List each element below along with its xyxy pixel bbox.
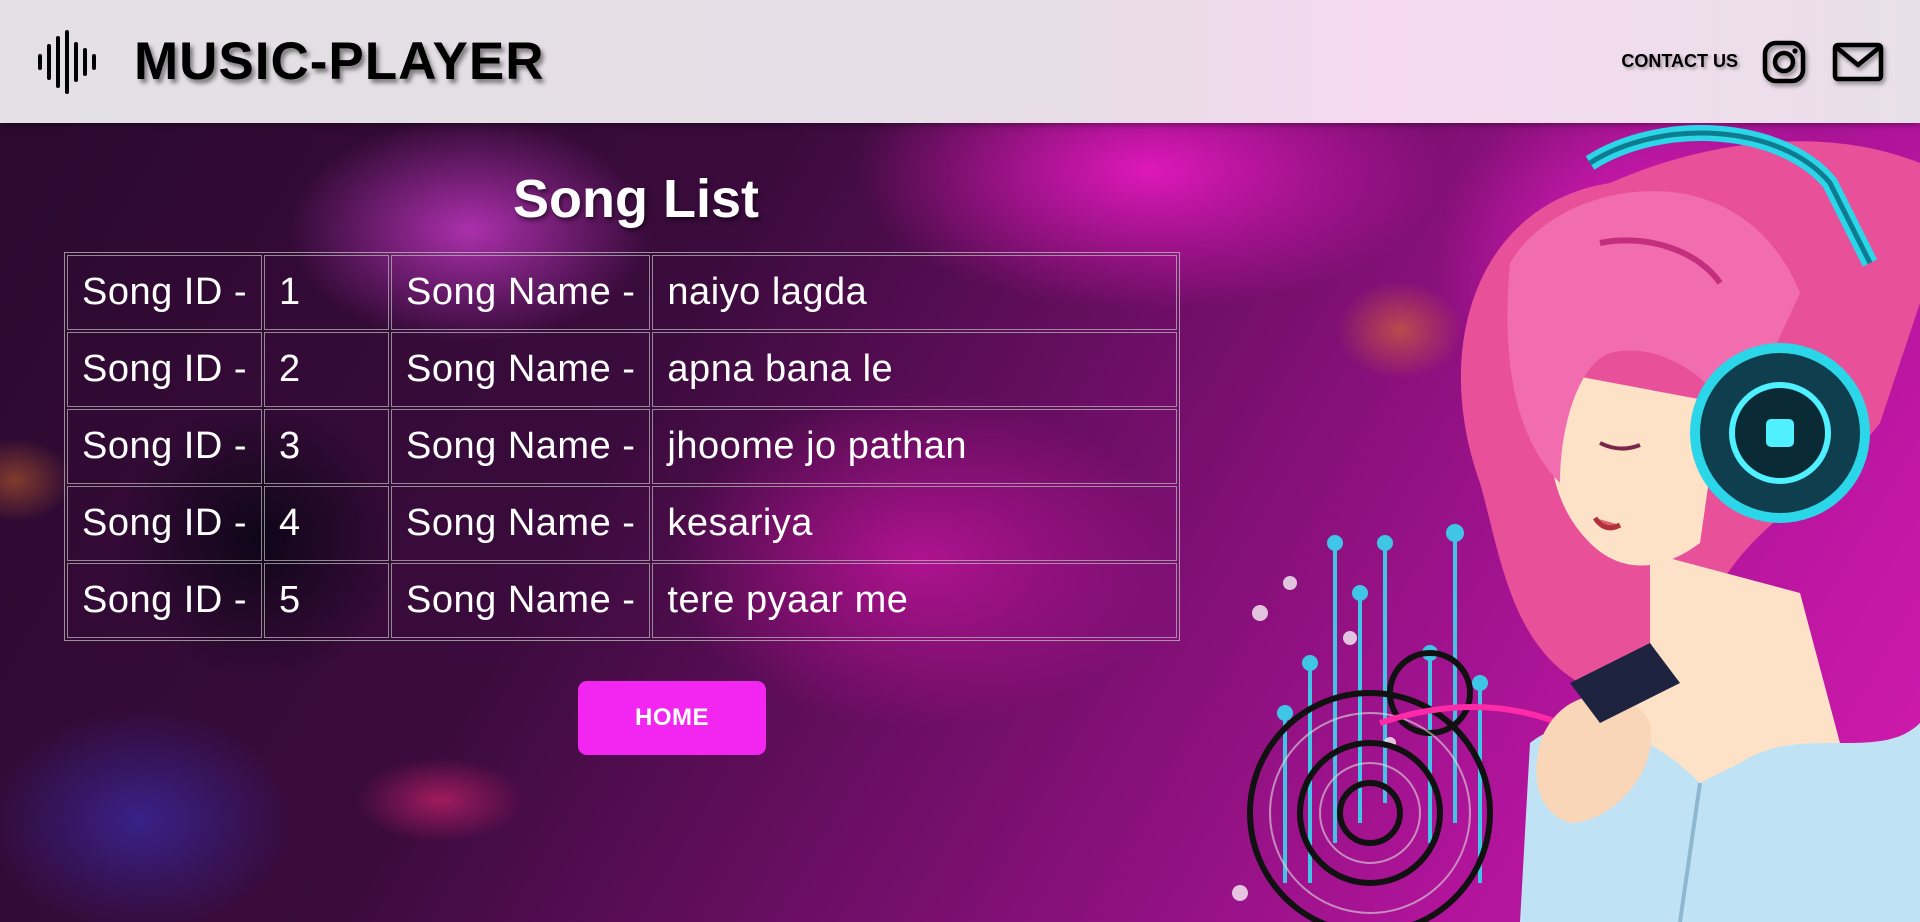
table-row[interactable]: Song ID - 5 Song Name - tere pyaar me [67,563,1177,638]
contact-us-link[interactable]: CONTACT US [1621,51,1738,72]
home-button[interactable]: HOME [578,681,766,755]
song-name-value: tere pyaar me [652,563,1177,638]
brand-title[interactable]: MUSIC-PLAYER [134,31,545,92]
song-id-label: Song ID - [67,332,263,407]
song-name-label: Song Name - [391,332,651,407]
song-name-label: Song Name - [391,409,651,484]
headphone-girl-illustration [1180,123,1920,922]
song-id-label: Song ID - [67,486,263,561]
table-row[interactable]: Song ID - 1 Song Name - naiyo lagda [67,255,1177,330]
song-name-label: Song Name - [391,486,651,561]
song-name-value: naiyo lagda [652,255,1177,330]
song-id-label: Song ID - [67,255,263,330]
table-row[interactable]: Song ID - 4 Song Name - kesariya [67,486,1177,561]
song-id-value: 5 [264,563,390,638]
song-id-label: Song ID - [67,563,263,638]
song-name-label: Song Name - [391,563,651,638]
top-navbar: MUSIC-PLAYER CONTACT US [0,0,1920,123]
header-links: CONTACT US [1621,40,1884,84]
song-name-value: kesariya [652,486,1177,561]
instagram-icon[interactable] [1762,40,1806,84]
song-id-value: 3 [264,409,390,484]
waveform-icon[interactable] [36,29,102,94]
song-id-label: Song ID - [67,409,263,484]
song-table: Song ID - 1 Song Name - naiyo lagda Song… [64,252,1180,641]
song-name-value: apna bana le [652,332,1177,407]
song-name-label: Song Name - [391,255,651,330]
page-title: Song List [513,169,759,229]
song-id-value: 4 [264,486,390,561]
song-name-value: jhoome jo pathan [652,409,1177,484]
mail-icon[interactable] [1832,40,1884,84]
table-row[interactable]: Song ID - 3 Song Name - jhoome jo pathan [67,409,1177,484]
song-id-value: 2 [264,332,390,407]
table-row[interactable]: Song ID - 2 Song Name - apna bana le [67,332,1177,407]
song-id-value: 1 [264,255,390,330]
